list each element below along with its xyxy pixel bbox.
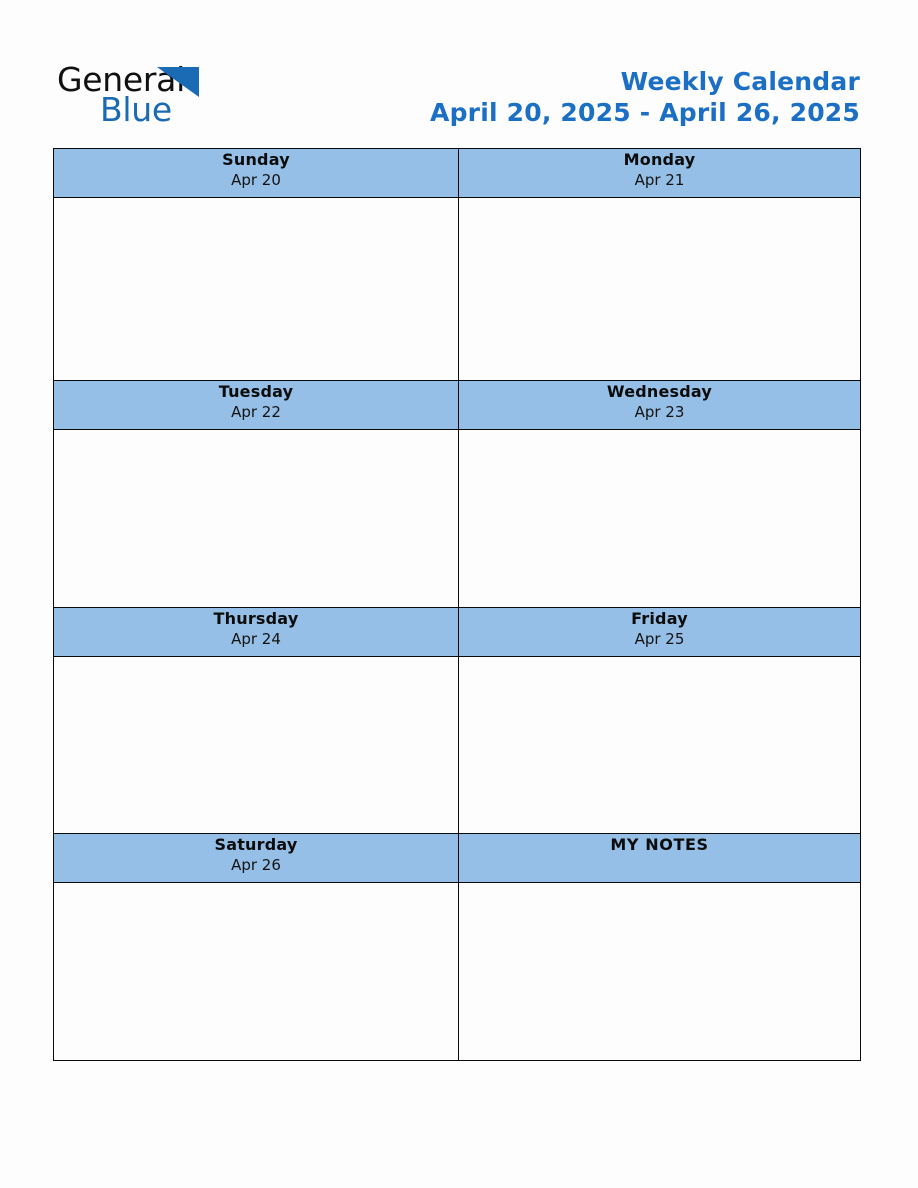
body-row-1 bbox=[53, 197, 861, 381]
day-name-label: Sunday bbox=[222, 150, 290, 169]
day-header-thursday[interactable]: Thursday Apr 24 bbox=[53, 607, 459, 657]
logo-word-blue: Blue bbox=[100, 90, 172, 129]
page-header: General Blue Weekly Calendar April 20, 2… bbox=[0, 0, 918, 148]
day-date-label: Apr 20 bbox=[231, 171, 281, 189]
day-name-label: Thursday bbox=[213, 609, 299, 628]
day-date-label: Apr 23 bbox=[634, 403, 685, 421]
day-header-sunday[interactable]: Sunday Apr 20 bbox=[53, 148, 459, 198]
day-content-friday[interactable] bbox=[458, 656, 861, 834]
day-content-thursday[interactable] bbox=[53, 656, 459, 834]
day-date-label: Apr 22 bbox=[231, 403, 281, 421]
day-date-label: Apr 24 bbox=[231, 630, 281, 648]
date-range: April 20, 2025 - April 26, 2025 bbox=[430, 98, 860, 127]
body-row-2 bbox=[53, 429, 861, 608]
weekly-calendar-grid: Sunday Apr 20 Monday Apr 21 Tuesday Apr … bbox=[53, 148, 861, 1061]
day-name-label: Friday bbox=[631, 609, 688, 628]
day-date-label: Apr 25 bbox=[634, 630, 685, 648]
notes-header[interactable]: MY NOTES bbox=[458, 833, 861, 883]
day-content-sunday[interactable] bbox=[53, 197, 459, 381]
header-row-3: Thursday Apr 24 Friday Apr 25 bbox=[53, 607, 861, 657]
day-content-tuesday[interactable] bbox=[53, 429, 459, 608]
body-row-3 bbox=[53, 656, 861, 834]
day-header-friday[interactable]: Friday Apr 25 bbox=[458, 607, 861, 657]
day-header-tuesday[interactable]: Tuesday Apr 22 bbox=[53, 380, 459, 430]
day-content-monday[interactable] bbox=[458, 197, 861, 381]
day-name-label: Saturday bbox=[214, 835, 298, 854]
day-header-monday[interactable]: Monday Apr 21 bbox=[458, 148, 861, 198]
title-block: Weekly Calendar April 20, 2025 - April 2… bbox=[430, 66, 860, 128]
day-content-wednesday[interactable] bbox=[458, 429, 861, 608]
header-row-1: Sunday Apr 20 Monday Apr 21 bbox=[53, 148, 861, 198]
body-row-4 bbox=[53, 882, 861, 1061]
day-header-saturday[interactable]: Saturday Apr 26 bbox=[53, 833, 459, 883]
day-name-label: Monday bbox=[623, 150, 696, 169]
day-header-wednesday[interactable]: Wednesday Apr 23 bbox=[458, 380, 861, 430]
day-name-label: Tuesday bbox=[218, 382, 294, 401]
notes-label: MY NOTES bbox=[610, 835, 709, 854]
header-row-4: Saturday Apr 26 MY NOTES bbox=[53, 833, 861, 883]
page-title: Weekly Calendar bbox=[620, 67, 860, 96]
day-name-label: Wednesday bbox=[606, 382, 713, 401]
day-content-saturday[interactable] bbox=[53, 882, 459, 1061]
day-date-label: Apr 21 bbox=[634, 171, 685, 189]
notes-content[interactable] bbox=[458, 882, 861, 1061]
day-date-label: Apr 26 bbox=[231, 856, 281, 874]
header-row-2: Tuesday Apr 22 Wednesday Apr 23 bbox=[53, 380, 861, 430]
brand-logo: General Blue bbox=[57, 62, 257, 134]
